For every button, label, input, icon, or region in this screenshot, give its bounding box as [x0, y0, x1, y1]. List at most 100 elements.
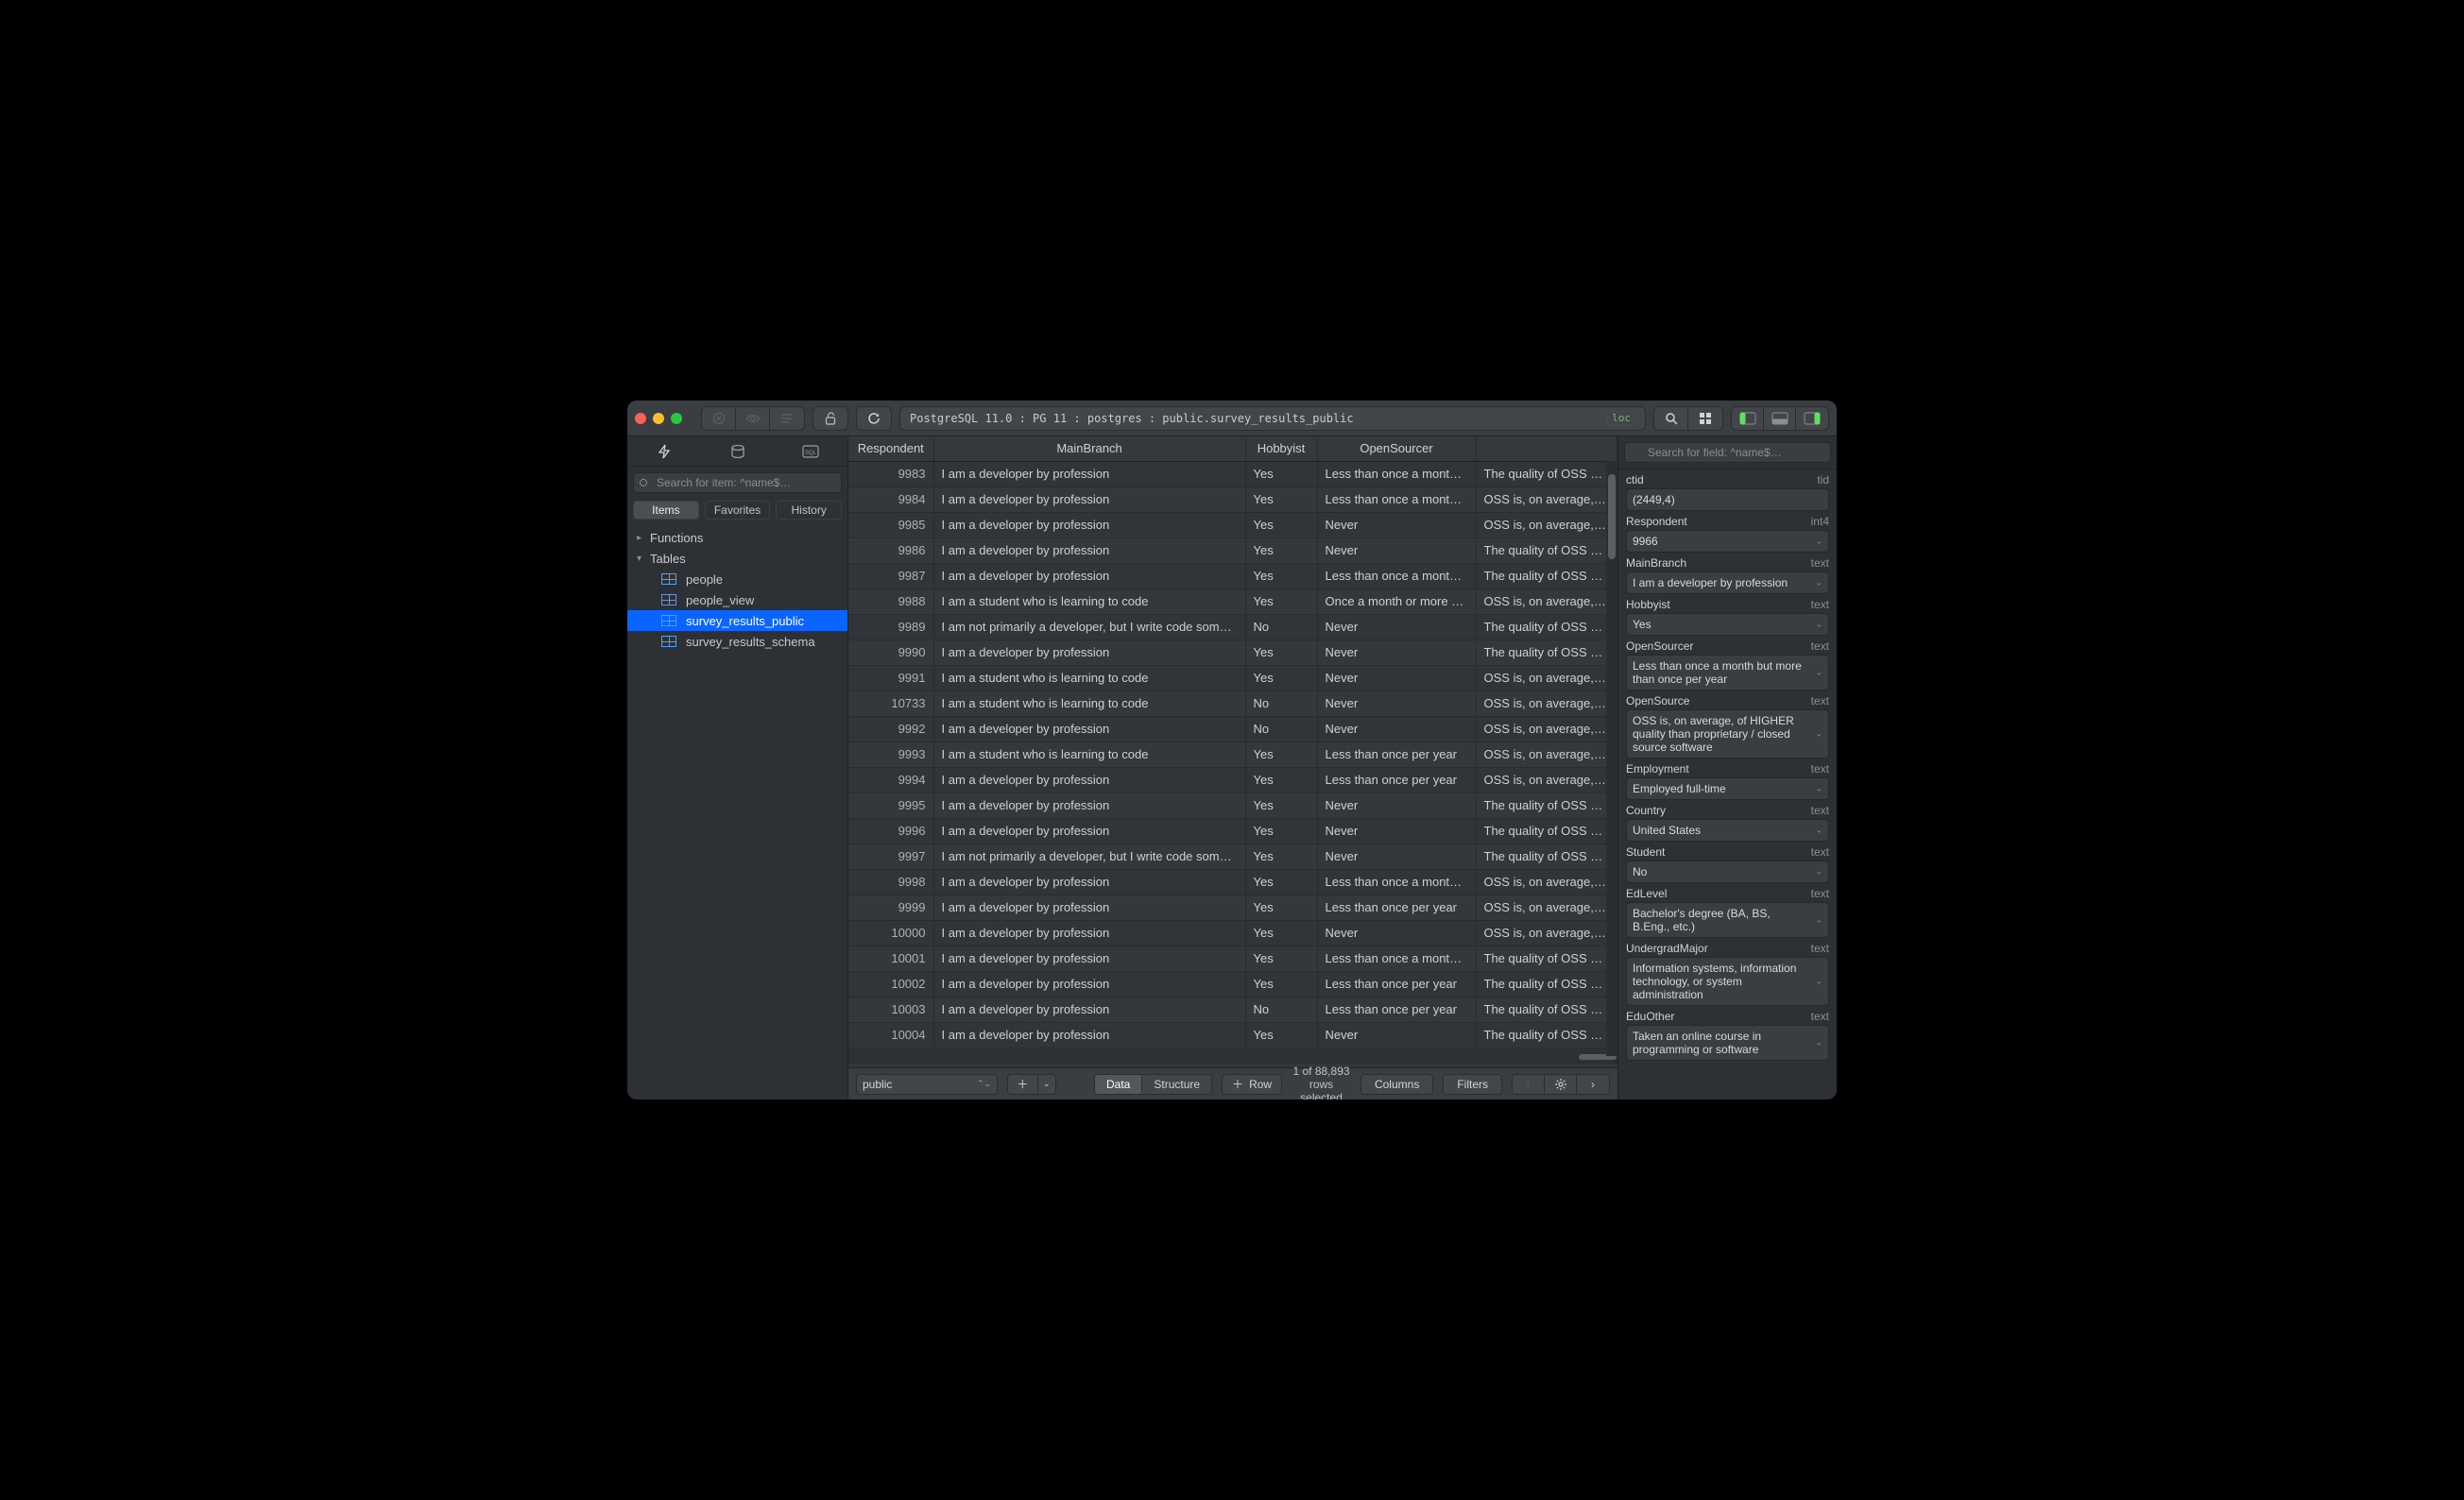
table-row[interactable]: 9983I am a developer by professionYesLes… — [848, 461, 1617, 486]
seg-favorites[interactable]: Favorites — [705, 501, 771, 520]
inspector-search-input[interactable] — [1624, 442, 1831, 463]
table-cell[interactable]: 9986 — [848, 537, 933, 563]
table-cell[interactable]: Yes — [1245, 920, 1317, 946]
close-window-button[interactable] — [635, 413, 646, 424]
field-value[interactable]: No⌄ — [1626, 861, 1829, 883]
table-row[interactable]: 9988I am a student who is learning to co… — [848, 588, 1617, 614]
table-row[interactable]: 9993I am a student who is learning to co… — [848, 741, 1617, 767]
table-cell[interactable]: Never — [1317, 818, 1476, 844]
field-value[interactable]: Yes⌄ — [1626, 613, 1829, 636]
table-row[interactable]: 9989I am not primarily a developer, but … — [848, 614, 1617, 639]
table-row[interactable]: 9999I am a developer by professionYesLes… — [848, 895, 1617, 920]
table-cell[interactable]: I am a developer by profession — [933, 461, 1245, 486]
sidebar-mode-sql[interactable]: SQL — [774, 436, 847, 466]
structure-tab[interactable]: Structure — [1142, 1075, 1211, 1094]
table-cell[interactable]: I am a developer by profession — [933, 716, 1245, 741]
table-cell[interactable]: 9996 — [848, 818, 933, 844]
table-cell[interactable]: Never — [1317, 639, 1476, 665]
table-cell[interactable]: No — [1245, 716, 1317, 741]
table-cell[interactable]: OSS is, on average, … — [1476, 512, 1617, 537]
table-cell[interactable]: OSS is, on average, … — [1476, 486, 1617, 512]
table-cell[interactable]: I am a developer by profession — [933, 486, 1245, 512]
table-cell[interactable]: Never — [1317, 920, 1476, 946]
schema-select[interactable]: public ⌃⌄ — [856, 1074, 998, 1095]
edit-button[interactable] — [770, 407, 804, 430]
table-cell[interactable]: Yes — [1245, 895, 1317, 920]
table-row[interactable]: 9996I am a developer by professionYesNev… — [848, 818, 1617, 844]
col-header-respondent[interactable]: Respondent — [848, 436, 933, 461]
columns-button[interactable]: Columns — [1360, 1074, 1433, 1095]
table-row[interactable]: 9984I am a developer by professionYesLes… — [848, 486, 1617, 512]
table-cell[interactable]: Yes — [1245, 946, 1317, 971]
sidebar-search-input[interactable] — [633, 472, 842, 493]
toggle-bottom-panel[interactable] — [1764, 407, 1796, 430]
table-cell[interactable]: 9991 — [848, 665, 933, 690]
table-row[interactable]: 9994I am a developer by professionYesLes… — [848, 767, 1617, 793]
table-cell[interactable]: I am not primarily a developer, but I wr… — [933, 614, 1245, 639]
table-cell[interactable]: OSS is, on average, … — [1476, 869, 1617, 895]
table-cell[interactable]: 9987 — [848, 563, 933, 588]
table-cell[interactable]: Never — [1317, 537, 1476, 563]
table-cell[interactable]: 10003 — [848, 997, 933, 1022]
preview-button[interactable] — [736, 407, 770, 430]
add-button[interactable]: ＋ — [1008, 1075, 1038, 1094]
table-cell[interactable]: No — [1245, 614, 1317, 639]
table-cell[interactable]: I am a developer by profession — [933, 997, 1245, 1022]
table-cell[interactable]: The quality of OSS a… — [1476, 844, 1617, 869]
table-cell[interactable]: Less than once a month b… — [1317, 869, 1476, 895]
table-cell[interactable]: Less than once a month b… — [1317, 461, 1476, 486]
table-cell[interactable]: Less than once per year — [1317, 741, 1476, 767]
table-cell[interactable]: I am a developer by profession — [933, 946, 1245, 971]
table-cell[interactable]: Never — [1317, 793, 1476, 818]
filters-button[interactable]: Filters — [1443, 1074, 1502, 1095]
field-value[interactable]: I am a developer by profession⌄ — [1626, 571, 1829, 594]
col-header-hobbyist[interactable]: Hobbyist — [1245, 436, 1317, 461]
search-button[interactable] — [1654, 407, 1688, 430]
table-row[interactable]: 9991I am a student who is learning to co… — [848, 665, 1617, 690]
table-cell[interactable]: I am a developer by profession — [933, 767, 1245, 793]
table-cell[interactable]: OSS is, on average, … — [1476, 588, 1617, 614]
table-cell[interactable]: Less than once a month b… — [1317, 486, 1476, 512]
table-cell[interactable]: Less than once a month b… — [1317, 563, 1476, 588]
table-cell[interactable]: Less than once per year — [1317, 767, 1476, 793]
table-cell[interactable]: 9990 — [848, 639, 933, 665]
table-cell[interactable]: Yes — [1245, 486, 1317, 512]
field-value[interactable]: Taken an online course in programming or… — [1626, 1025, 1829, 1061]
table-row[interactable]: 9992I am a developer by professionNoNeve… — [848, 716, 1617, 741]
table-cell[interactable]: 9995 — [848, 793, 933, 818]
table-cell[interactable]: Yes — [1245, 537, 1317, 563]
table-cell[interactable]: OSS is, on average, … — [1476, 690, 1617, 716]
table-row[interactable]: 9998I am a developer by professionYesLes… — [848, 869, 1617, 895]
field-value[interactable]: Employed full-time⌄ — [1626, 777, 1829, 800]
table-cell[interactable]: The quality of OSS a… — [1476, 614, 1617, 639]
table-row[interactable]: 10004I am a developer by professionYesNe… — [848, 1022, 1617, 1048]
table-row[interactable]: 10000I am a developer by professionYesNe… — [848, 920, 1617, 946]
table-cell[interactable]: Yes — [1245, 461, 1317, 486]
table-cell[interactable]: 9994 — [848, 767, 933, 793]
table-cell[interactable]: I am a student who is learning to code — [933, 665, 1245, 690]
table-cell[interactable]: Yes — [1245, 588, 1317, 614]
table-cell[interactable]: 9992 — [848, 716, 933, 741]
table-cell[interactable]: The quality of OSS a… — [1476, 537, 1617, 563]
seg-history[interactable]: History — [776, 501, 842, 520]
table-cell[interactable]: Never — [1317, 844, 1476, 869]
table-row[interactable]: 9995I am a developer by professionYesNev… — [848, 793, 1617, 818]
table-cell[interactable]: Yes — [1245, 512, 1317, 537]
data-grid[interactable]: Respondent MainBranch Hobbyist OpenSourc… — [848, 436, 1617, 1064]
cancel-button[interactable] — [702, 407, 736, 430]
table-cell[interactable]: 10001 — [848, 946, 933, 971]
connection-path[interactable]: PostgreSQL 11.0 : PG 11 : postgres : pub… — [899, 406, 1646, 431]
table-cell[interactable]: The quality of OSS a… — [1476, 997, 1617, 1022]
table-cell[interactable]: OSS is, on average, … — [1476, 767, 1617, 793]
table-cell[interactable]: The quality of OSS a… — [1476, 818, 1617, 844]
field-value[interactable]: Less than once a month but more than onc… — [1626, 655, 1829, 690]
tree-item-people[interactable]: people — [627, 569, 847, 589]
field-value[interactable]: United States⌄ — [1626, 819, 1829, 842]
table-cell[interactable]: Yes — [1245, 869, 1317, 895]
table-cell[interactable]: I am a developer by profession — [933, 563, 1245, 588]
table-cell[interactable]: I am a developer by profession — [933, 920, 1245, 946]
table-row[interactable]: 10002I am a developer by professionYesLe… — [848, 971, 1617, 997]
table-cell[interactable]: 9989 — [848, 614, 933, 639]
table-cell[interactable]: 9999 — [848, 895, 933, 920]
table-row[interactable]: 9985I am a developer by professionYesNev… — [848, 512, 1617, 537]
